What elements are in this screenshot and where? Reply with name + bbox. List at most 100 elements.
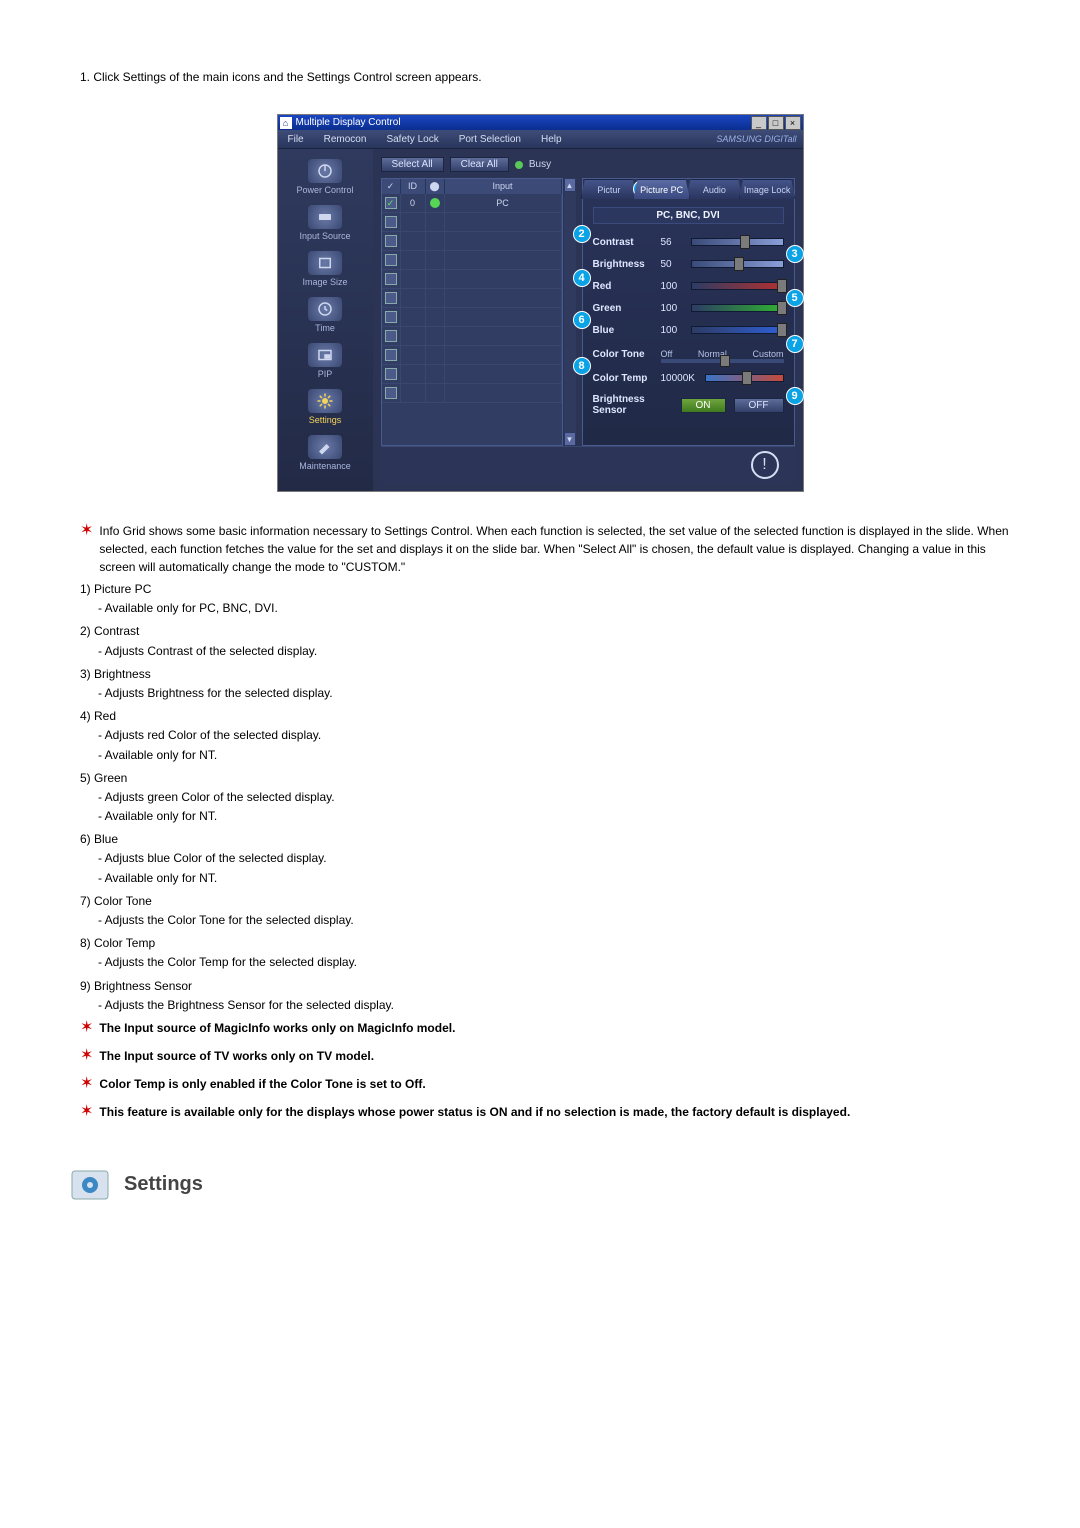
sensor-on-button[interactable]: ON [681, 398, 726, 413]
tab-picture-pc[interactable]: Picture PC [633, 179, 690, 199]
menu-file[interactable]: File [278, 134, 314, 145]
image-size-icon [308, 251, 342, 275]
scroll-down-icon[interactable]: ▼ [564, 432, 576, 446]
tab-picture[interactable]: Pictur [581, 179, 638, 199]
sidebar-label: Maintenance [299, 461, 351, 471]
select-all-button[interactable]: Select All [381, 157, 444, 172]
list-item-title: 7) Color Tone [80, 892, 1010, 911]
green-row: Green 100 [593, 298, 784, 318]
list-item-detail: - Adjusts Brightness for the selected di… [98, 684, 1010, 703]
window-title: Multiple Display Control [296, 117, 401, 128]
list-item-title: 9) Brightness Sensor [80, 977, 1010, 996]
star-icon: ✶ [80, 1100, 93, 1124]
tab-image-lock[interactable]: Image Lock [739, 179, 796, 199]
sidebar-item-image-size[interactable]: Image Size [278, 251, 373, 287]
list-item-detail: - Available only for PC, BNC, DVI. [98, 599, 1010, 618]
star-icon: ✶ [80, 1072, 93, 1096]
star-note-text: This feature is available only for the d… [99, 1103, 850, 1127]
menu-port-selection[interactable]: Port Selection [449, 134, 531, 145]
list-item-detail: - Adjusts the Brightness Sensor for the … [98, 996, 1010, 1015]
list-item-title: 3) Brightness [80, 665, 1010, 684]
info-grid-note: ✶ Info Grid shows some basic information… [80, 522, 1010, 576]
cell-input: PC [445, 194, 562, 212]
color-tone-row: Color Tone Off Normal Custom [593, 344, 784, 364]
power-icon [308, 159, 342, 183]
footer-bar: ! [381, 446, 795, 483]
info-grid: ✓ ID ⬤ Input 0 PC [381, 178, 563, 446]
sidebar-label: PIP [318, 369, 333, 379]
sidebar-item-time[interactable]: Time [278, 297, 373, 333]
checkbox-icon[interactable] [385, 197, 397, 209]
list-item-title: 6) Blue [80, 830, 1010, 849]
callout-8: 8 [573, 357, 591, 375]
contrast-slider[interactable] [691, 238, 784, 246]
titlebar: ⌂ Multiple Display Control _ □ × [278, 115, 803, 130]
gear-icon [308, 389, 342, 413]
green-slider[interactable] [691, 304, 784, 312]
app-icon: ⌂ [280, 117, 292, 129]
sensor-off-button[interactable]: OFF [734, 398, 784, 413]
tab-audio[interactable]: Audio [686, 179, 743, 199]
close-button[interactable]: × [785, 116, 801, 130]
col-id[interactable]: ID [401, 179, 426, 194]
grid-scrollbar[interactable]: ▲ ▼ [563, 178, 576, 446]
maximize-button[interactable]: □ [768, 116, 784, 130]
cell-id: 0 [401, 194, 426, 212]
screenshot-window: ⌂ Multiple Display Control _ □ × File Re… [277, 114, 804, 492]
sidebar-item-power-control[interactable]: Power Control [278, 159, 373, 195]
sidebar-item-input-source[interactable]: Input Source [278, 205, 373, 241]
blue-row: Blue 100 [593, 320, 784, 340]
section-title: Settings [124, 1173, 203, 1196]
list-item-detail: - Adjusts Contrast of the selected displ… [98, 642, 1010, 661]
star-note-text: The Input source of MagicInfo works only… [99, 1019, 455, 1043]
star-note-text: Color Temp is only enabled if the Color … [99, 1075, 425, 1099]
toolbar: Select All Clear All Busy [381, 157, 795, 172]
red-slider[interactable] [691, 282, 784, 290]
menu-remocon[interactable]: Remocon [314, 134, 377, 145]
color-temp-slider[interactable] [705, 374, 784, 382]
blue-slider[interactable] [691, 326, 784, 334]
brightness-row: Brightness 50 [593, 254, 784, 274]
list-item-title: 4) Red [80, 707, 1010, 726]
minimize-button[interactable]: _ [751, 116, 767, 130]
list-item-detail: - Adjusts the Color Temp for the selecte… [98, 953, 1010, 972]
busy-label: Busy [529, 159, 551, 170]
callout-3: 3 [786, 245, 804, 263]
sidebar-item-pip[interactable]: PIP [278, 343, 373, 379]
callout-9: 9 [786, 387, 804, 405]
sidebar-label: Power Control [296, 185, 353, 195]
list-item-detail: - Adjusts red Color of the selected disp… [98, 726, 1010, 745]
menu-bar: File Remocon Safety Lock Port Selection … [278, 130, 803, 149]
sidebar-label: Input Source [299, 231, 350, 241]
sidebar-item-settings[interactable]: Settings [278, 389, 373, 425]
list-item-detail: - Available only for NT. [98, 807, 1010, 826]
color-tone-slider[interactable]: Off Normal Custom [661, 349, 784, 359]
clear-all-button[interactable]: Clear All [450, 157, 509, 172]
star-notes: ✶The Input source of MagicInfo works onl… [80, 1019, 1010, 1127]
info-icon: ! [751, 451, 779, 479]
callout-4: 4 [573, 269, 591, 287]
callout-2: 2 [573, 225, 591, 243]
pip-icon [308, 343, 342, 367]
sidebar-item-maintenance[interactable]: Maintenance [278, 435, 373, 471]
star-icon: ✶ [80, 1016, 93, 1040]
brightness-slider[interactable] [691, 260, 784, 268]
brand-label: SAMSUNG DIGITall [706, 134, 802, 144]
star-icon: ✶ [80, 519, 93, 573]
col-check[interactable]: ✓ [382, 179, 401, 194]
input-source-icon [308, 205, 342, 229]
callout-5: 5 [786, 289, 804, 307]
callout-7: 7 [786, 335, 804, 353]
menu-help[interactable]: Help [531, 134, 572, 145]
col-status[interactable]: ⬤ [426, 179, 445, 194]
scroll-up-icon[interactable]: ▲ [564, 178, 576, 192]
col-input[interactable]: Input [445, 179, 562, 194]
list-item-title: 8) Color Temp [80, 934, 1010, 953]
table-row[interactable]: 0 PC [382, 194, 562, 213]
color-temp-row: Color Temp 10000K [593, 368, 784, 388]
sidebar: Power Control Input Source Image Size Ti… [278, 149, 373, 491]
menu-safety-lock[interactable]: Safety Lock [376, 134, 448, 145]
list-item-detail: - Adjusts green Color of the selected di… [98, 788, 1010, 807]
maintenance-icon [308, 435, 342, 459]
sidebar-label: Image Size [302, 277, 347, 287]
